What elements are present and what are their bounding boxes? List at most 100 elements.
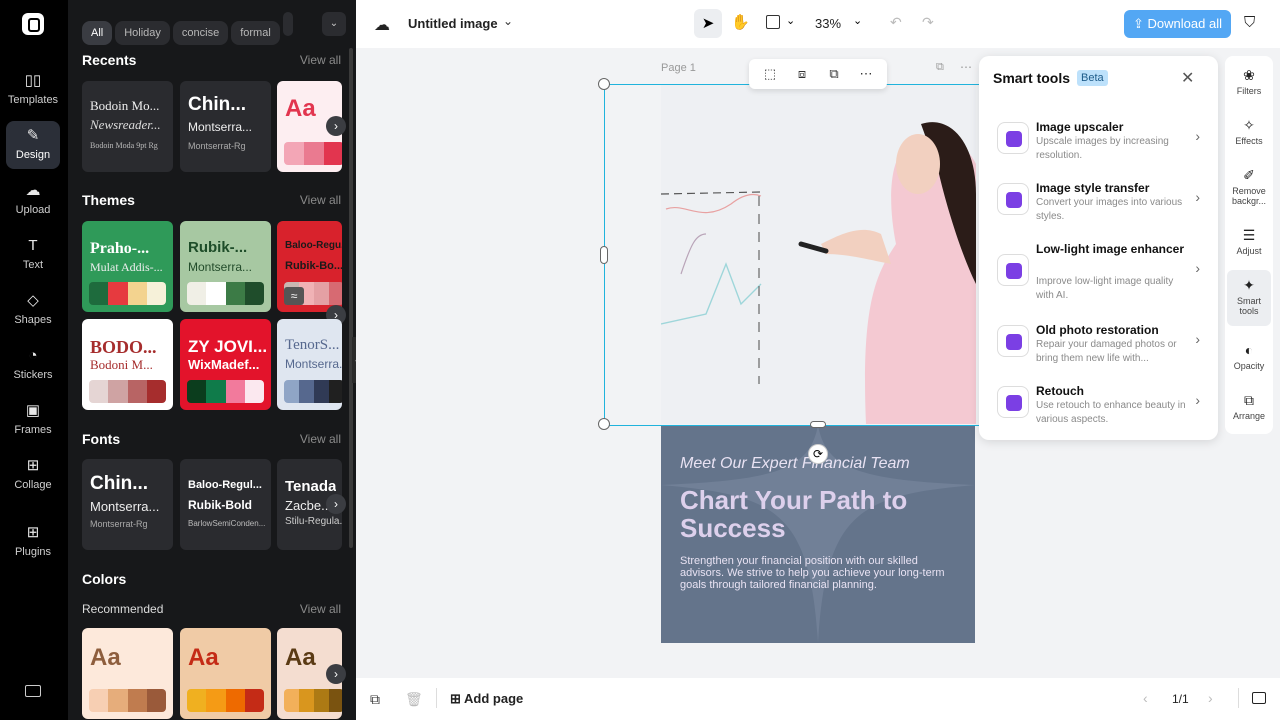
droplet-icon: ◐ [1244, 342, 1254, 358]
recents-title: Recents [82, 52, 137, 68]
keyboard-icon[interactable] [25, 685, 41, 697]
tool-image-upscaler[interactable]: Image upscaler Upscale images by increas… [989, 118, 1208, 178]
document-title[interactable]: Untitled image [408, 16, 498, 31]
theme-card[interactable]: BODO... Bodoni M... [82, 319, 173, 410]
pages-panel-icon[interactable] [1252, 692, 1266, 704]
nav-design[interactable]: ✎ Design [6, 121, 60, 169]
templates-icon: ▯▯ [24, 72, 42, 89]
colors-view-all[interactable]: View all [300, 602, 341, 616]
chip-all[interactable]: All [82, 21, 113, 45]
themes-view-all[interactable]: View all [300, 193, 341, 207]
theme-card[interactable]: Baloo-Regu... Rubik-Bo... ≈ [277, 221, 342, 312]
recents-next-button[interactable]: › [326, 116, 346, 136]
chevron-down-icon[interactable]: ⌄ [503, 14, 513, 28]
color-swatches [89, 282, 166, 305]
duplicate-icon[interactable]: ⧉ [826, 66, 842, 82]
next-page-icon[interactable]: › [1208, 690, 1213, 706]
download-all-button[interactable]: ⇪ Download all [1124, 10, 1231, 38]
panel-scrollbar[interactable] [349, 48, 353, 548]
select-tool-icon[interactable]: ➤ [694, 9, 722, 38]
tool-old-photo-restoration[interactable]: Old photo restoration Repair your damage… [989, 321, 1208, 381]
theme-card[interactable]: Rubik-... Montserra... [180, 221, 271, 312]
copy-page-icon[interactable]: ⧉ [936, 61, 944, 74]
recent-card[interactable]: Bodoin Mo... Newsreader... Bodoin Moda 9… [82, 81, 173, 172]
font-card[interactable]: Baloo-Regul... Rubik-Bold BarlowSemiCond… [180, 459, 271, 550]
prev-page-icon[interactable]: ‹ [1143, 690, 1148, 706]
chevron-right-icon: › [1195, 189, 1200, 205]
app-logo-icon[interactable] [22, 13, 44, 35]
chevron-down-icon[interactable]: ⌄ [786, 14, 795, 27]
add-page-icon: ⊞ [450, 691, 465, 706]
plugins-icon: ⊞ [26, 524, 40, 541]
nav-upload[interactable]: ☁ Upload [6, 176, 60, 224]
add-page-button[interactable]: ⊞ Add page [450, 691, 523, 707]
theme-card[interactable]: ZY JOVI... WixMadef... [180, 319, 271, 410]
resize-handle[interactable] [810, 421, 826, 428]
color-palette-card[interactable]: Aa [180, 628, 271, 719]
close-icon[interactable]: ✕ [1181, 68, 1194, 88]
adjust-button[interactable]: ☰ Adjust [1227, 227, 1271, 256]
sliders-icon: ☰ [1242, 227, 1256, 243]
tool-style-transfer[interactable]: Image style transfer Convert your images… [989, 179, 1208, 239]
font-card[interactable]: Chin... Montserra... Montserrat-Rg [82, 459, 173, 550]
chevron-down-icon[interactable]: ⌄ [853, 14, 862, 27]
cutout-icon[interactable]: ⧈ [794, 66, 810, 82]
design-body[interactable]: Strengthen your financial position with … [680, 555, 960, 591]
chip-formal[interactable]: formal [231, 21, 280, 45]
nav-frames[interactable]: ▣ Frames [6, 396, 60, 444]
tool-low-light-enhancer[interactable]: Low-light image enhancer Improve low-lig… [989, 240, 1208, 306]
chip-overflow[interactable] [282, 12, 293, 36]
resize-handle[interactable] [598, 78, 610, 90]
page-counter: 1/1 [1172, 692, 1189, 706]
colors-next-button[interactable]: › [326, 664, 346, 684]
opacity-button[interactable]: ◐ Opacity [1227, 342, 1271, 371]
cloud-save-icon[interactable]: ☁ [374, 15, 390, 35]
nav-stickers[interactable]: ◔ Stickers [6, 341, 60, 389]
design-headline[interactable]: Chart Your Path to Success [680, 486, 960, 542]
themes-title: Themes [82, 192, 135, 208]
chips-expand-button[interactable]: ⌄ [322, 12, 346, 36]
fonts-view-all[interactable]: View all [300, 432, 341, 446]
nav-templates[interactable]: ▯▯ Templates [6, 66, 60, 114]
selection-box[interactable] [598, 78, 984, 430]
remove-background-button[interactable]: ✐ Remove backgr... [1227, 167, 1271, 209]
filters-button[interactable]: ❀ Filters [1227, 67, 1271, 96]
chip-concise[interactable]: concise [172, 21, 229, 45]
smart-tools-button[interactable]: ✦ Smart tools [1227, 270, 1271, 326]
zoom-level[interactable]: 33% [815, 16, 841, 31]
nav-collage[interactable]: ⊞ Collage [6, 451, 60, 499]
recent-card[interactable]: Chin... Montserra... Montserrat-Rg [180, 81, 271, 172]
tool-retouch[interactable]: Retouch Use retouch to enhance beauty in… [989, 382, 1208, 442]
top-bar: ☁ Untitled image ⌄ ➤ ✋ ⌄ 33% ⌄ ↶ ↷ ⇪ Dow… [356, 0, 1280, 48]
nav-plugins[interactable]: ⊞ Plugins [6, 518, 60, 566]
resize-handle[interactable] [598, 418, 610, 430]
resize-handle[interactable] [600, 246, 608, 264]
nav-shapes[interactable]: ◇ Shapes [6, 286, 60, 334]
layout-icon[interactable] [766, 15, 780, 29]
color-swatches [89, 689, 166, 712]
chevron-right-icon: › [334, 119, 338, 133]
arrange-button[interactable]: ⧉ Arrange [1227, 392, 1271, 421]
effects-button[interactable]: ✧ Effects [1227, 117, 1271, 146]
color-palette-card[interactable]: Aa [82, 628, 173, 719]
beta-badge: Beta [1077, 70, 1108, 86]
rotate-icon[interactable]: ⟳ [808, 444, 828, 464]
redo-icon[interactable]: ↷ [922, 14, 934, 31]
theme-card[interactable]: TenorS... Montserra... [277, 319, 342, 410]
more-options-icon[interactable]: ⋯ [858, 66, 874, 82]
design-kicker[interactable]: Meet Our Expert Financial Team [680, 455, 910, 473]
hand-tool-icon[interactable]: ✋ [731, 13, 750, 31]
fonts-next-button[interactable]: › [326, 494, 346, 514]
undo-icon[interactable]: ↶ [890, 14, 902, 31]
recents-view-all[interactable]: View all [300, 53, 341, 67]
chip-holiday[interactable]: Holiday [115, 21, 170, 45]
page-more-icon[interactable]: ⋯ [960, 60, 972, 74]
trash-icon[interactable]: 🗑 [405, 691, 423, 708]
shield-icon[interactable]: ⛉ [1244, 14, 1255, 31]
nav-text[interactable]: T Text [6, 231, 60, 279]
bottom-bar: ⧉ 🗑 ⊞ Add page ‹ 1/1 › [356, 678, 1280, 720]
theme-card[interactable]: Praho-... Mulat Addis-... [82, 221, 173, 312]
crop-icon[interactable]: ⬚ [762, 66, 778, 82]
duplicate-page-icon[interactable]: ⧉ [370, 691, 380, 708]
arrange-icon: ⧉ [1244, 392, 1254, 408]
